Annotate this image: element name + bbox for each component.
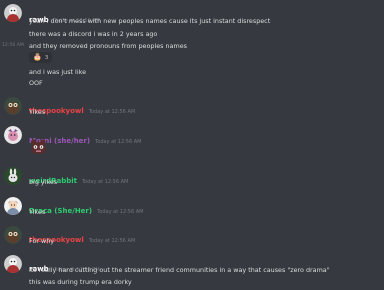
owl-avatar-icon[interactable]	[4, 226, 22, 244]
message-text: Yikes	[29, 108, 46, 116]
message-text: big yikes	[29, 178, 58, 186]
draca-avatar-icon[interactable]	[4, 197, 22, 215]
message-text: this was during trump era dorky	[29, 278, 132, 286]
rawb-avatar-icon[interactable]	[4, 4, 22, 22]
chat-messages: rawb Today at 12:56 AM yeah i don't mess …	[0, 0, 384, 290]
timestamp: Today at 12:56 AM	[88, 238, 136, 244]
cake-emoji-icon: 🎂	[33, 53, 42, 61]
message-text: and i was just like	[29, 68, 87, 76]
message-text: For why	[29, 237, 55, 245]
message-text: there was a discord i was in 2 years ago	[29, 30, 158, 38]
timestamp: Today at 12:56 AM	[81, 179, 129, 185]
rabbit-avatar-icon[interactable]	[4, 167, 22, 185]
owl-avatar-icon[interactable]	[4, 97, 22, 115]
reaction-count: 3	[44, 54, 49, 61]
message-text: and they removed pronouns from peoples n…	[29, 42, 187, 50]
timestamp: Today at 12:56 AM	[88, 109, 136, 115]
reaction-button[interactable]: 🎂 3	[29, 52, 53, 63]
timestamp: Today at 12:56 AM	[95, 139, 142, 145]
morni-avatar-icon[interactable]	[4, 126, 22, 144]
message-text: its really hard cutting out the streamer…	[29, 266, 330, 274]
timestamp: Today at 12:56 AM	[97, 209, 144, 215]
hover-timestamp: 12:56 AM	[2, 43, 24, 48]
rawb-avatar-icon[interactable]	[4, 255, 22, 273]
message-text: Yikes	[29, 208, 46, 216]
bug-sticker-icon[interactable]	[29, 137, 48, 156]
message-text: yeah i don't mess with new peoples names…	[29, 17, 271, 25]
message-text: OOF	[29, 79, 43, 87]
